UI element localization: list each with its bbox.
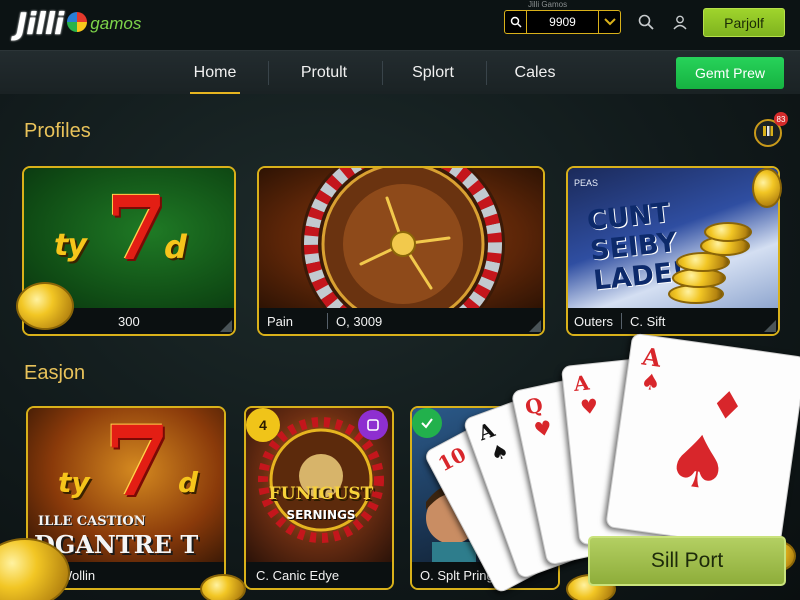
search-value[interactable]: 9909 [527,15,598,29]
logo[interactable]: Jilli gamos [16,4,141,44]
nav-home[interactable]: Home [190,51,240,95]
banner-top-text: ILLE CASTION [38,514,146,529]
playing-card-ace: A ♠ ♦ ♠ [605,332,800,552]
spade-icon: ♠ [638,369,663,397]
section-title-profiles: Profiles [24,120,91,142]
coin-icon [200,574,246,600]
seven-symbol: 7 [106,176,168,280]
favorite-icon[interactable] [358,410,388,440]
trophy-icon [761,124,775,143]
card-footer-value: 300 [118,313,140,329]
section-title-easjon: Easjon [24,362,86,384]
heart-icon: ♥ [531,415,555,443]
split-port-button[interactable]: Sill Port [588,536,786,586]
card-footer-label: C. Canic Edye [256,567,340,583]
art-text-d: d [178,466,199,499]
nav-cales[interactable]: Cales [512,51,558,95]
check-icon [412,408,442,438]
search-icon[interactable] [638,14,654,30]
payout-button[interactable]: Parjolf [703,8,785,37]
notification-badge: 83 [774,112,788,126]
footer-divider [327,313,329,329]
spade-icon: ♠ [486,437,513,467]
card-footer-value: C. Sift [630,313,666,329]
logo-g-icon [67,12,88,32]
corner-indicator [764,320,776,332]
card-footer: Outers C. Sift [568,308,778,334]
nav-protult[interactable]: Protult [296,51,352,95]
art-text-ty: ty [54,228,87,263]
corner-indicator [529,320,541,332]
game-card-funigust[interactable]: FUNIGUST SERNINGS 4 C. Canic Edye [244,406,394,590]
coin-icon [752,168,782,208]
nav-divider [382,61,383,85]
card-art-subtitle: SERNINGS [286,508,356,522]
search-box[interactable]: 9909 [504,10,621,34]
nav-divider [486,61,487,85]
card-footer: C. Canic Edye [246,562,392,588]
heart-icon: ♥ [579,393,600,420]
nav-splort[interactable]: Splort [408,51,458,95]
top-bar: Jilli gamos Jilli Gamos 9909 Parjolf [0,0,800,50]
card-rank: A [640,341,663,373]
game-card-lade[interactable]: PEAS CUNT SEIBY LADE! Outers C. Sift [566,166,780,336]
nav-divider [268,61,269,85]
logo-main-text: Jilli [16,6,64,42]
game-card-roulette[interactable]: Pain O, 3009 [257,166,545,336]
game-preview-button[interactable]: Gemt Prew [676,57,784,89]
top-small-title: Jilli Gamos [528,0,568,9]
card-footer-label: Outers [574,313,614,329]
corner-indicator [220,320,232,332]
seven-symbol: 7 [104,408,171,518]
chevron-down-icon[interactable] [598,11,620,33]
search-icon[interactable] [505,11,527,33]
card-footer-label: Pain [267,313,294,329]
card-footer: Pain O, 3009 [259,308,543,334]
art-text-d: d [164,228,187,266]
card-art [259,168,543,308]
card-rank: 10 [434,442,470,477]
card-corner-text: PEAS [574,178,599,188]
card-rank: A [572,370,591,397]
card-badge-number: 4 [246,408,280,442]
logo-sub-text: gamos [90,14,142,33]
spade-icon: ♠ [660,416,737,509]
footer-divider [621,313,623,329]
card-footer-value: O, 3009 [336,313,383,329]
user-icon[interactable] [672,14,688,30]
card-art-title: FUNIGUST [268,484,374,504]
coin-icon [704,222,752,242]
roulette-wheel-icon [301,168,505,308]
coin-icon [16,282,74,330]
card-art: 7 ty d ILLE CASTION DGANTRE T [28,408,224,562]
art-text-ty: ty [58,466,90,499]
